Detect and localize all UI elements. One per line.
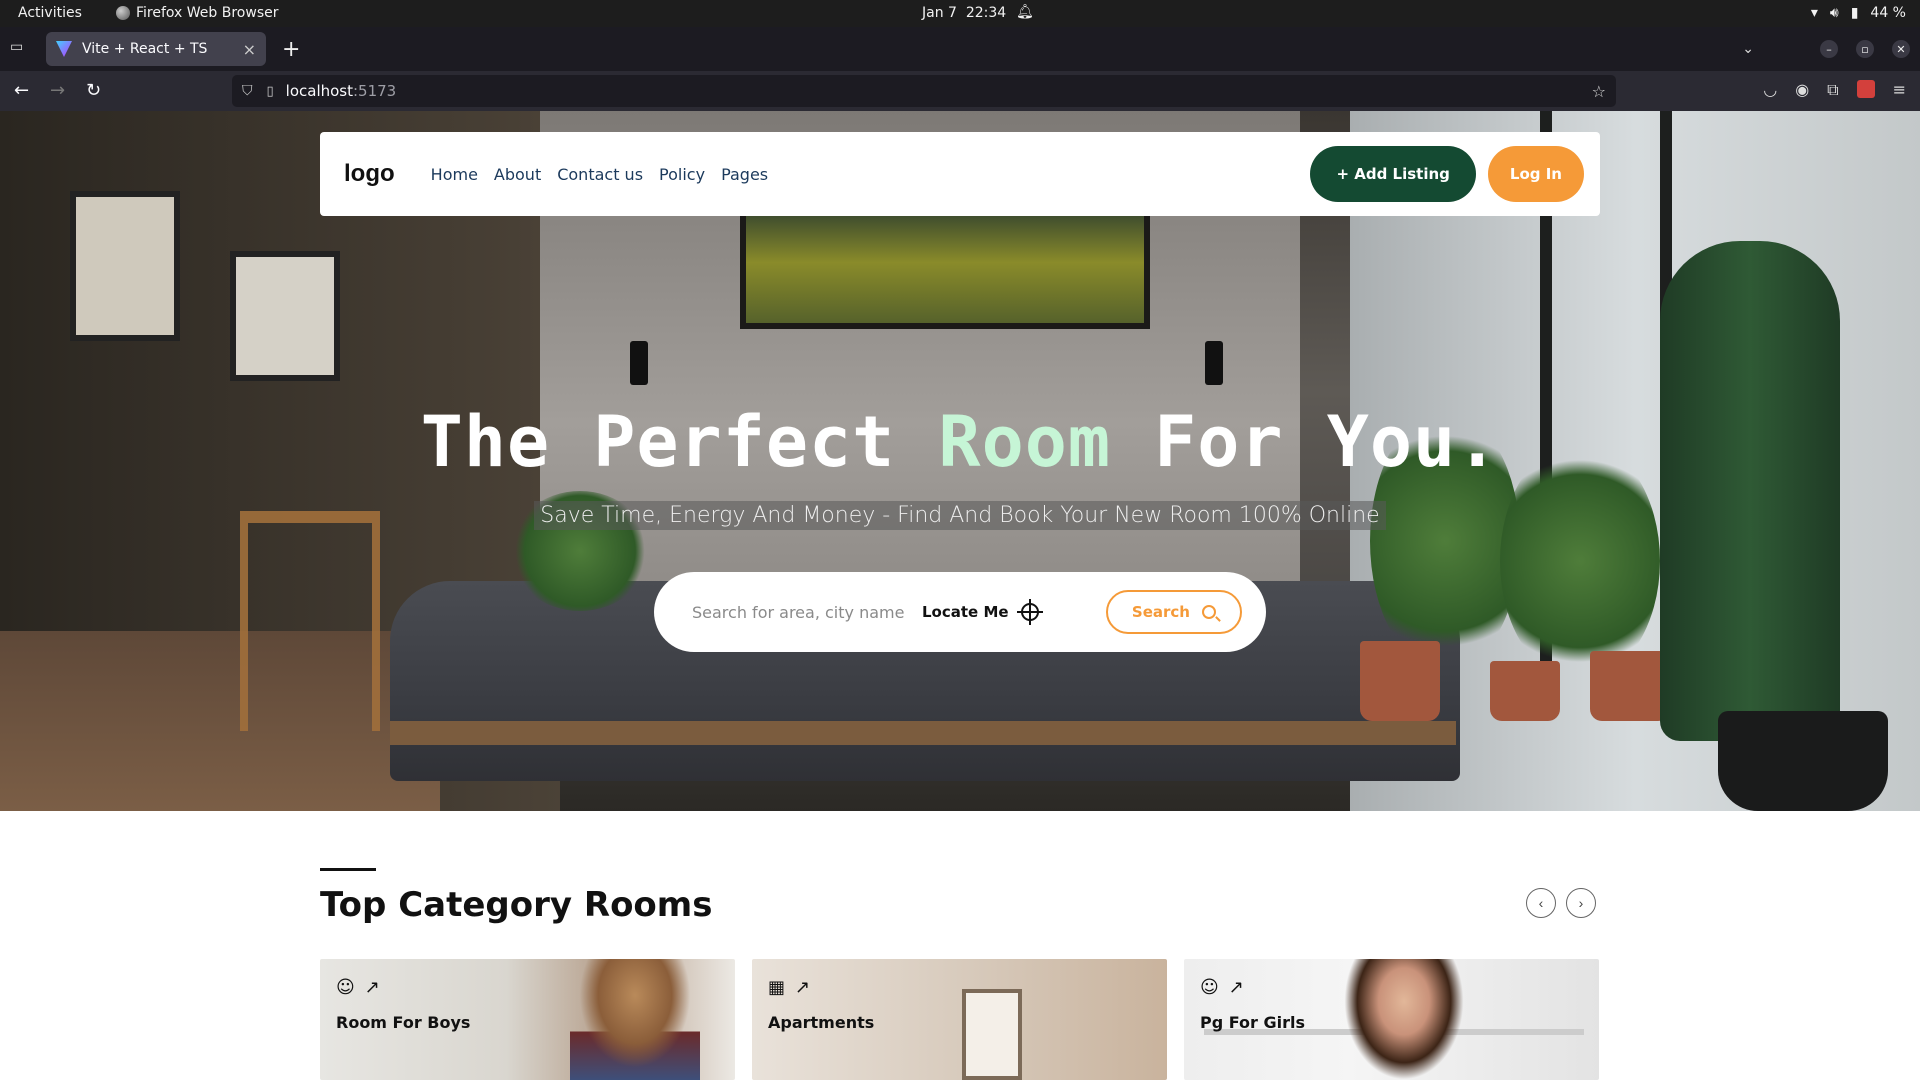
volume-icon: 🔊︎: [1829, 5, 1839, 21]
chair: [240, 511, 380, 731]
category-card-label: Apartments: [768, 1013, 875, 1032]
page-viewport: logo Home About Contact us Policy Pages …: [0, 111, 1920, 1080]
nav-home[interactable]: Home: [431, 165, 478, 184]
close-window-icon[interactable]: ✕: [1892, 40, 1910, 58]
locate-me-label: Locate Me: [922, 603, 1009, 621]
pot-3: [1590, 651, 1670, 721]
category-card-label: Room For Boys: [336, 1013, 471, 1032]
browser-tab[interactable]: Vite + React + TS ×: [46, 32, 266, 66]
new-tab-icon[interactable]: +: [282, 37, 300, 62]
face-icon: ☺: [336, 977, 355, 998]
hero-painting: [740, 207, 1150, 329]
hero-section: logo Home About Contact us Policy Pages …: [0, 111, 1920, 811]
clock-date: Jan 7: [922, 5, 957, 21]
locate-me-button[interactable]: Locate Me: [922, 599, 1043, 625]
search-button-label: Search: [1131, 603, 1190, 621]
search-bar: Locate Me Search: [654, 572, 1266, 652]
app-name: Firefox Web Browser: [136, 5, 279, 21]
chevron-right-icon: ›: [1578, 895, 1584, 911]
face-icon: ☺: [1200, 977, 1219, 998]
external-link-icon[interactable]: ↗: [365, 977, 380, 998]
menu-hamburger-icon[interactable]: ≡: [1893, 80, 1906, 100]
tab-close-icon[interactable]: ×: [243, 40, 256, 59]
system-top-bar: Activities Firefox Web Browser Jan 7 22:…: [0, 0, 1920, 27]
battery-icon: ▮: [1850, 5, 1859, 21]
firefox-icon: [116, 6, 130, 20]
wall-art-left: [70, 191, 180, 341]
card-photo-boy: [570, 959, 700, 1080]
hero-title-accent: Room: [938, 401, 1111, 483]
page-info-icon[interactable]: ▯: [267, 84, 274, 99]
wifi-icon: ▾: [1810, 5, 1818, 21]
bed-base: [390, 721, 1456, 745]
category-card-apartments[interactable]: ▦ ↗ Apartments: [752, 959, 1167, 1080]
nav-pages[interactable]: Pages: [721, 165, 768, 184]
external-link-icon[interactable]: ↗: [1229, 977, 1244, 998]
wall-art-right: [230, 251, 340, 381]
site-logo[interactable]: logo: [344, 160, 395, 188]
card-photo-girl: [1344, 959, 1464, 1080]
restore-window-icon[interactable]: ▫: [1856, 40, 1874, 58]
lamp-left: [630, 341, 648, 385]
bookmark-star-icon[interactable]: ☆: [1592, 82, 1606, 101]
nav-contact[interactable]: Contact us: [557, 165, 643, 184]
extensions-icon[interactable]: ⧉: [1827, 80, 1838, 100]
nav-policy[interactable]: Policy: [659, 165, 705, 184]
category-card-boys[interactable]: ☺ ↗ Room For Boys: [320, 959, 735, 1080]
app-menu[interactable]: Firefox Web Browser: [116, 5, 279, 21]
pot-2: [1490, 661, 1560, 721]
hero-subtitle-wrap: Save Time, Energy And Money - Find And B…: [0, 501, 1920, 530]
external-link-icon[interactable]: ↗: [795, 977, 810, 998]
hero-title-part1: The Perfect: [420, 401, 939, 483]
add-listing-button[interactable]: + Add Listing: [1310, 146, 1476, 202]
crosshair-icon: [1016, 599, 1043, 625]
category-card-label: Pg For Girls: [1200, 1013, 1305, 1032]
firefox-view-icon[interactable]: ▭: [10, 39, 30, 57]
site-header: logo Home About Contact us Policy Pages …: [320, 132, 1600, 216]
pot-1: [1360, 641, 1440, 721]
clock-time: 22:34: [965, 5, 1007, 21]
login-button[interactable]: Log In: [1487, 146, 1584, 202]
url-bar[interactable]: ⛉ ▯ localhost:5173 ☆: [232, 75, 1616, 107]
chevron-left-icon: ‹: [1538, 895, 1544, 911]
section-title-rule: [320, 868, 376, 871]
hero-title: The Perfect Room For You.: [0, 401, 1920, 483]
cactus: [1660, 241, 1840, 741]
hero-subtitle: Save Time, Energy And Money - Find And B…: [534, 501, 1386, 530]
carousel-prev-button[interactable]: ‹: [1526, 888, 1556, 918]
extension-red-icon[interactable]: [1856, 80, 1875, 98]
tab-strip: ▭ Vite + React + TS × + ⌄ – ▫ ✕: [0, 27, 1920, 71]
vite-favicon-icon: [56, 41, 72, 57]
search-button[interactable]: Search: [1105, 590, 1242, 634]
back-icon[interactable]: ←: [14, 80, 29, 101]
building-icon: ▦: [768, 977, 786, 998]
lamp-right: [1205, 341, 1223, 385]
tab-title: Vite + React + TS: [82, 41, 208, 57]
navigation-toolbar: ← → ↻ ⛉ ▯ localhost:5173 ☆ ◡ ◉ ⧉ ≡: [0, 71, 1920, 111]
hero-title-part2: For You.: [1111, 401, 1500, 483]
search-icon: [1202, 605, 1216, 619]
search-input[interactable]: [692, 602, 912, 622]
url-host: localhost: [285, 82, 353, 100]
clock[interactable]: Jan 7 22:34: [922, 5, 1006, 21]
url-port: :5173: [353, 82, 397, 100]
category-card-girls[interactable]: ☺ ↗ Pg For Girls: [1184, 959, 1599, 1080]
minimize-window-icon[interactable]: –: [1820, 40, 1838, 58]
nav-about[interactable]: About: [494, 165, 541, 184]
system-status-area[interactable]: ▾ 🔊︎ ▮ 44 %: [1811, 5, 1906, 21]
list-all-tabs-icon[interactable]: ⌄: [1742, 41, 1754, 57]
card-photo-apartment: [962, 989, 1022, 1080]
tracking-shield-icon[interactable]: ⛉: [242, 83, 253, 99]
notification-bell-icon: 🔔︎: [1016, 4, 1034, 20]
pocket-icon[interactable]: ◡: [1763, 80, 1777, 100]
account-icon[interactable]: ◉: [1795, 80, 1809, 100]
reload-icon[interactable]: ↻: [86, 80, 101, 101]
carousel-next-button[interactable]: ›: [1566, 888, 1596, 918]
cactus-pot: [1718, 711, 1888, 811]
activities-button[interactable]: Activities: [18, 5, 82, 21]
forward-icon[interactable]: →: [50, 80, 65, 101]
battery-percent: 44 %: [1870, 5, 1906, 21]
section-title: Top Category Rooms: [320, 885, 713, 925]
